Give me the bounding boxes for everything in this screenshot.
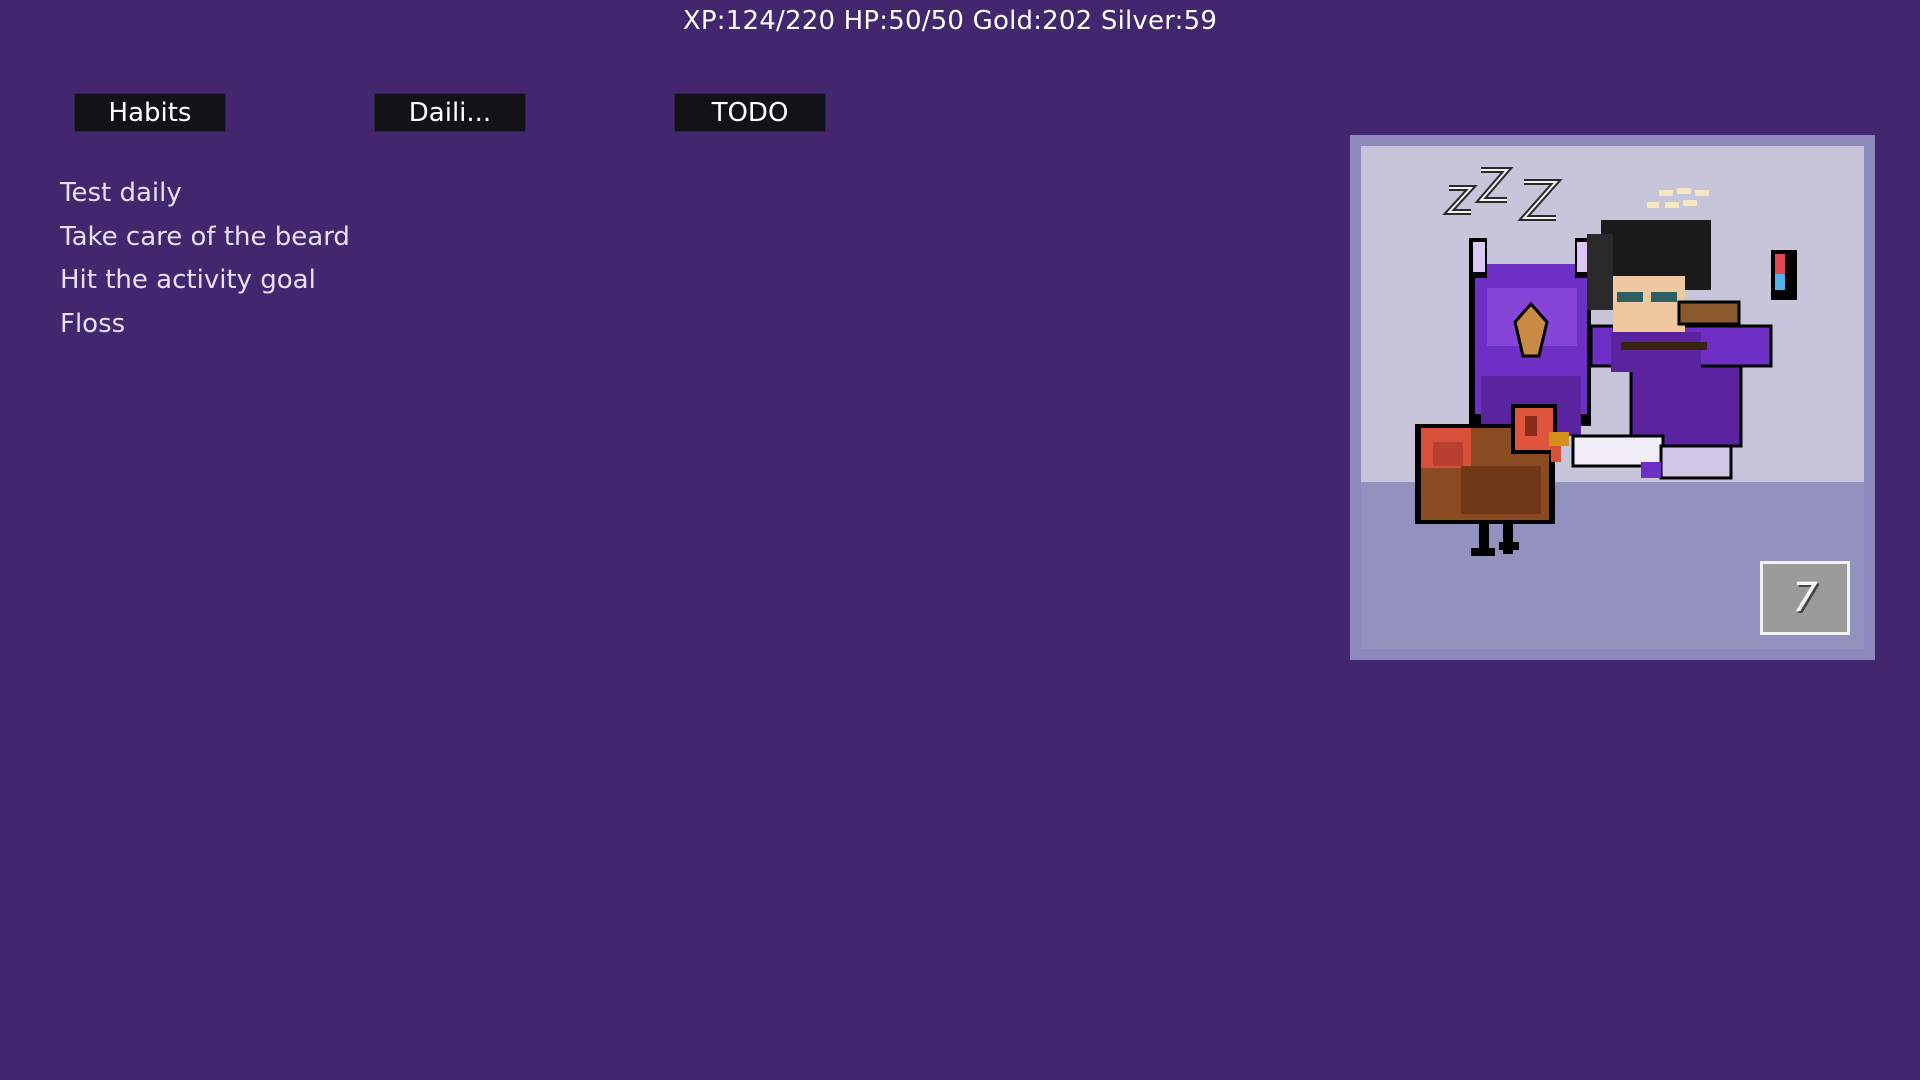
turkey-pet-icon xyxy=(1415,404,1569,556)
task-list: Test daily Take care of the beard Hit th… xyxy=(60,172,350,346)
task-item[interactable]: Test daily xyxy=(60,172,350,216)
halo-icon xyxy=(1647,188,1709,208)
task-item[interactable]: Hit the activity goal xyxy=(60,259,350,303)
status-bar: XP:124/220 HP:50/50 Gold:202 Silver:59 xyxy=(682,6,1218,36)
avatar-panel[interactable]: 7 xyxy=(1350,135,1875,660)
tab-todo[interactable]: TODO xyxy=(674,93,826,132)
level-badge: 7 xyxy=(1760,561,1850,635)
avatar-scene: 7 xyxy=(1361,146,1864,649)
tab-habits[interactable]: Habits xyxy=(74,93,226,132)
tab-dailies[interactable]: Daili... xyxy=(374,93,526,132)
task-item[interactable]: Take care of the beard xyxy=(60,216,350,260)
task-item[interactable]: Floss xyxy=(60,303,350,347)
